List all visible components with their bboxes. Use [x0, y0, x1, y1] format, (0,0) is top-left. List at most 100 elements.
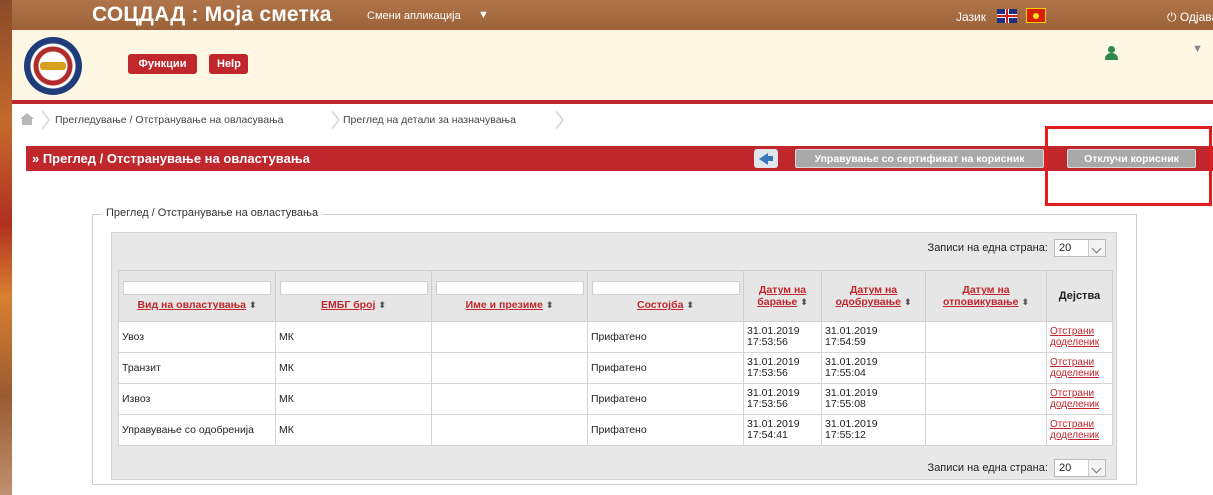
request-time: 17:53:56 [747, 336, 788, 348]
sort-link-revocation-date[interactable]: Датум на отповикување [943, 284, 1019, 308]
manage-certificate-button[interactable]: Управување со сертификат на корисник [795, 149, 1044, 168]
cell-approval-date: 31.01.2019 17:54:59 [821, 321, 926, 353]
column-header-status: Состојба ⬍ [587, 270, 744, 322]
column-header-request-date: Датум на барање ⬍ [743, 270, 822, 322]
header-divider [12, 100, 1213, 104]
flag-uk-icon[interactable] [997, 9, 1017, 23]
breadcrumb-separator [555, 110, 566, 130]
remove-assignee-link[interactable]: Отстрани доделеник [1050, 388, 1099, 410]
sort-icon[interactable]: ⬍ [800, 297, 808, 307]
cell-embg: МК [275, 383, 432, 415]
fieldset-legend: Преглед / Отстранување на овластувања [102, 207, 323, 219]
cell-action: Отстрани доделеник [1046, 352, 1113, 384]
sort-icon[interactable]: ⬍ [686, 300, 694, 310]
filter-input-name[interactable] [435, 281, 584, 295]
sort-link-request-date[interactable]: Датум на барање [757, 284, 806, 308]
cell-revocation-date [925, 414, 1047, 446]
cell-action: Отстрани доделеник [1046, 383, 1113, 415]
page-size-value: 20 [1059, 242, 1072, 254]
page-size-select[interactable]: 20 [1054, 239, 1106, 257]
remove-assignee-link[interactable]: Отстрани доделеник [1050, 419, 1099, 441]
top-bar: СОЦДАД : Моја сметка Смени апликација ▼ … [12, 0, 1213, 30]
functions-button[interactable]: Функции [128, 54, 197, 74]
table-row: Управување со одобренија МК Прифатено 31… [118, 414, 1113, 446]
cell-type: Увоз [118, 321, 276, 353]
section-title-bar: » Преглед / Отстранување на овластувања … [26, 146, 1213, 171]
breadcrumb-separator [331, 110, 342, 130]
sort-icon[interactable]: ⬍ [378, 300, 386, 310]
app-title: СОЦДАД : Моја сметка [92, 3, 332, 26]
column-header-embg: ЕМБГ број ⬍ [275, 270, 432, 322]
breadcrumb-separator [41, 110, 52, 130]
sort-link-name[interactable]: Име и презиме [466, 299, 543, 311]
sort-link-embg[interactable]: ЕМБГ број [321, 299, 375, 311]
user-icon[interactable] [1105, 46, 1119, 60]
switch-app-link[interactable]: Смени апликација [367, 10, 461, 22]
sort-icon[interactable]: ⬍ [546, 300, 554, 310]
cell-embg: МК [275, 352, 432, 384]
sort-icon[interactable]: ⬍ [904, 297, 912, 307]
user-menu-chevron-icon[interactable]: ▼ [1192, 43, 1203, 55]
table-row: Транзит МК Прифатено 31.01.2019 17:53:56 … [118, 352, 1113, 384]
sort-icon[interactable]: ⬍ [1022, 297, 1030, 307]
cell-embg: МК [275, 414, 432, 446]
sort-link-type[interactable]: Вид на овластувања [137, 299, 246, 311]
sort-icon[interactable]: ⬍ [249, 300, 257, 310]
approval-time: 17:55:08 [825, 398, 866, 410]
cell-name [431, 352, 588, 384]
cell-name [431, 383, 588, 415]
cell-revocation-date [925, 383, 1047, 415]
filter-input-type[interactable] [123, 281, 271, 295]
cell-request-date: 31.01.2019 17:54:41 [743, 414, 822, 446]
cell-approval-date: 31.01.2019 17:55:12 [821, 414, 926, 446]
remove-assignee-link[interactable]: Отстрани доделеник [1050, 357, 1099, 379]
cell-embg: МК [275, 321, 432, 353]
cell-approval-date: 31.01.2019 17:55:08 [821, 383, 926, 415]
cell-action: Отстрани доделеник [1046, 321, 1113, 353]
cell-name [431, 321, 588, 353]
request-time: 17:53:56 [747, 398, 788, 410]
request-time: 17:53:56 [747, 367, 788, 379]
flag-mk-icon[interactable] [1026, 8, 1046, 23]
page-title: » Преглед / Отстранување на овластувања [32, 151, 310, 166]
request-time: 17:54:41 [747, 429, 788, 441]
breadcrumb-item-details[interactable]: Преглед на детали за назначувања [343, 110, 516, 130]
table-row: Извоз МК Прифатено 31.01.2019 17:53:56 31… [118, 383, 1113, 415]
authorizations-table: Вид на овластувања ⬍ ЕМБГ број ⬍ Име и пре… [118, 270, 1113, 446]
cell-name [431, 414, 588, 446]
approval-time: 17:54:59 [825, 336, 866, 348]
cell-approval-date: 31.01.2019 17:55:04 [821, 352, 926, 384]
filter-input-status[interactable] [591, 281, 740, 295]
breadcrumb-item-overview[interactable]: Прегледување / Отстранување на овласувањ… [55, 110, 283, 130]
help-button[interactable]: Help [209, 54, 248, 74]
chevron-down-icon[interactable]: ▼ [478, 9, 489, 21]
cell-status: Прифатено [587, 321, 744, 353]
cell-request-date: 31.01.2019 17:53:56 [743, 321, 822, 353]
home-icon[interactable] [20, 113, 34, 125]
page-size-value: 20 [1059, 462, 1072, 474]
back-arrow-icon[interactable] [754, 149, 778, 168]
cell-request-date: 31.01.2019 17:53:56 [743, 352, 822, 384]
cell-status: Прифатено [587, 352, 744, 384]
approval-time: 17:55:04 [825, 367, 866, 379]
language-label: Јазик [956, 10, 986, 24]
customs-logo [24, 37, 82, 95]
chevron-down-icon[interactable] [1088, 460, 1105, 476]
filter-input-embg[interactable] [279, 281, 428, 295]
column-header-approval-date: Датум на одобрување ⬍ [821, 270, 926, 322]
sort-link-status[interactable]: Состојба [637, 299, 683, 311]
cell-action: Отстрани доделеник [1046, 414, 1113, 446]
page-size-control-top: Записи на една страна: 20 [928, 239, 1106, 257]
logout-link[interactable]: ⏻ Одјава [1167, 10, 1213, 25]
sort-link-approval-date[interactable]: Датум на одобрување [835, 284, 900, 308]
table-row: Увоз МК Прифатено 31.01.2019 17:53:56 31.… [118, 321, 1113, 353]
page-size-label: Записи на една страна: [927, 461, 1048, 474]
cell-type: Управување со одобренија [118, 414, 276, 446]
page-size-select[interactable]: 20 [1054, 459, 1106, 477]
chevron-down-icon[interactable] [1088, 240, 1105, 256]
remove-assignee-link[interactable]: Отстрани доделеник [1050, 326, 1099, 348]
cell-type: Извоз [118, 383, 276, 415]
cell-status: Прифатено [587, 414, 744, 446]
cell-request-date: 31.01.2019 17:53:56 [743, 383, 822, 415]
cell-revocation-date [925, 352, 1047, 384]
